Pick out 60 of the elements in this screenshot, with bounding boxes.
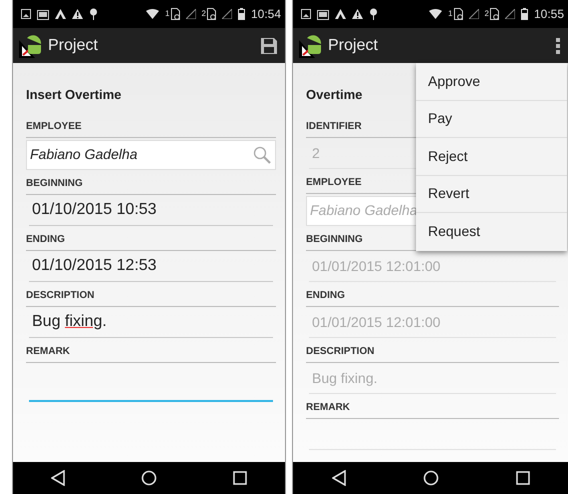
clock-time: 10:55	[534, 6, 564, 23]
sim-number: 2	[202, 8, 206, 20]
android-icon	[369, 8, 378, 20]
menu-item[interactable]: Revert	[416, 176, 567, 213]
wifi-icon	[429, 9, 442, 19]
search-field[interactable]: Fabiano Gadelha	[26, 140, 276, 170]
triangle-icon	[335, 9, 346, 19]
field-label: ENDING	[306, 288, 559, 306]
form-title: Overtime	[306, 86, 364, 104]
field-label: ENDING	[26, 232, 276, 250]
gallery-icon	[37, 8, 49, 20]
home-icon[interactable]	[141, 470, 157, 486]
wifi-icon	[146, 9, 160, 19]
signal-icon	[186, 9, 196, 19]
save-icon[interactable]	[261, 38, 277, 54]
field-label: DESCRIPTION	[26, 288, 276, 306]
recents-icon[interactable]	[516, 471, 530, 485]
menu-icon[interactable]	[556, 38, 560, 54]
sim-number: 1	[165, 8, 170, 20]
text-field: 01/01/2015 12:01:00	[309, 308, 556, 338]
text-field[interactable]: 01/10/2015 12:53	[29, 252, 273, 282]
text-field[interactable]: 01/10/2015 10:53	[29, 196, 273, 226]
sim-card-icon	[454, 8, 463, 20]
form-title: Insert Overtime	[26, 86, 122, 104]
menu-item[interactable]: Pay	[416, 100, 567, 138]
home-icon[interactable]	[422, 470, 438, 486]
picture-icon	[301, 9, 311, 19]
back-icon[interactable]	[332, 470, 346, 486]
field-label: EMPLOYEE	[26, 118, 276, 138]
field-label: REMARK	[306, 400, 559, 418]
app-title: Project	[328, 36, 379, 56]
menu-item[interactable]: Approve	[416, 63, 567, 100]
battery-icon	[238, 8, 245, 20]
menu-item[interactable]: Reject	[416, 138, 567, 176]
warning-icon	[72, 9, 83, 19]
clock-time: 10:54	[250, 6, 281, 23]
sim-number: 1	[448, 8, 453, 20]
picture-icon	[21, 9, 31, 19]
field-label: DESCRIPTION	[306, 344, 559, 362]
triangle-icon	[55, 9, 66, 19]
app-logo-icon	[19, 34, 43, 58]
signal-icon	[504, 9, 515, 19]
app-logo-icon	[299, 34, 323, 58]
android-icon	[89, 8, 98, 20]
sim-card-icon	[206, 8, 216, 20]
text-field: Bug fixing.	[309, 364, 556, 394]
warning-icon	[352, 9, 363, 19]
sim-card-icon	[170, 8, 180, 20]
app-title: Project	[48, 36, 99, 56]
gallery-icon	[317, 8, 329, 20]
text-field[interactable]: Bug fixing.	[29, 308, 273, 338]
back-icon[interactable]	[51, 470, 65, 486]
field-label: BEGINNING	[26, 176, 276, 194]
signal-icon	[468, 9, 479, 19]
field-label: REMARK	[26, 344, 276, 362]
battery-icon	[520, 8, 528, 20]
recents-icon[interactable]	[233, 471, 247, 485]
signal-icon	[222, 9, 232, 19]
sim-number: 2	[484, 8, 489, 20]
sim-card-icon	[490, 8, 499, 20]
